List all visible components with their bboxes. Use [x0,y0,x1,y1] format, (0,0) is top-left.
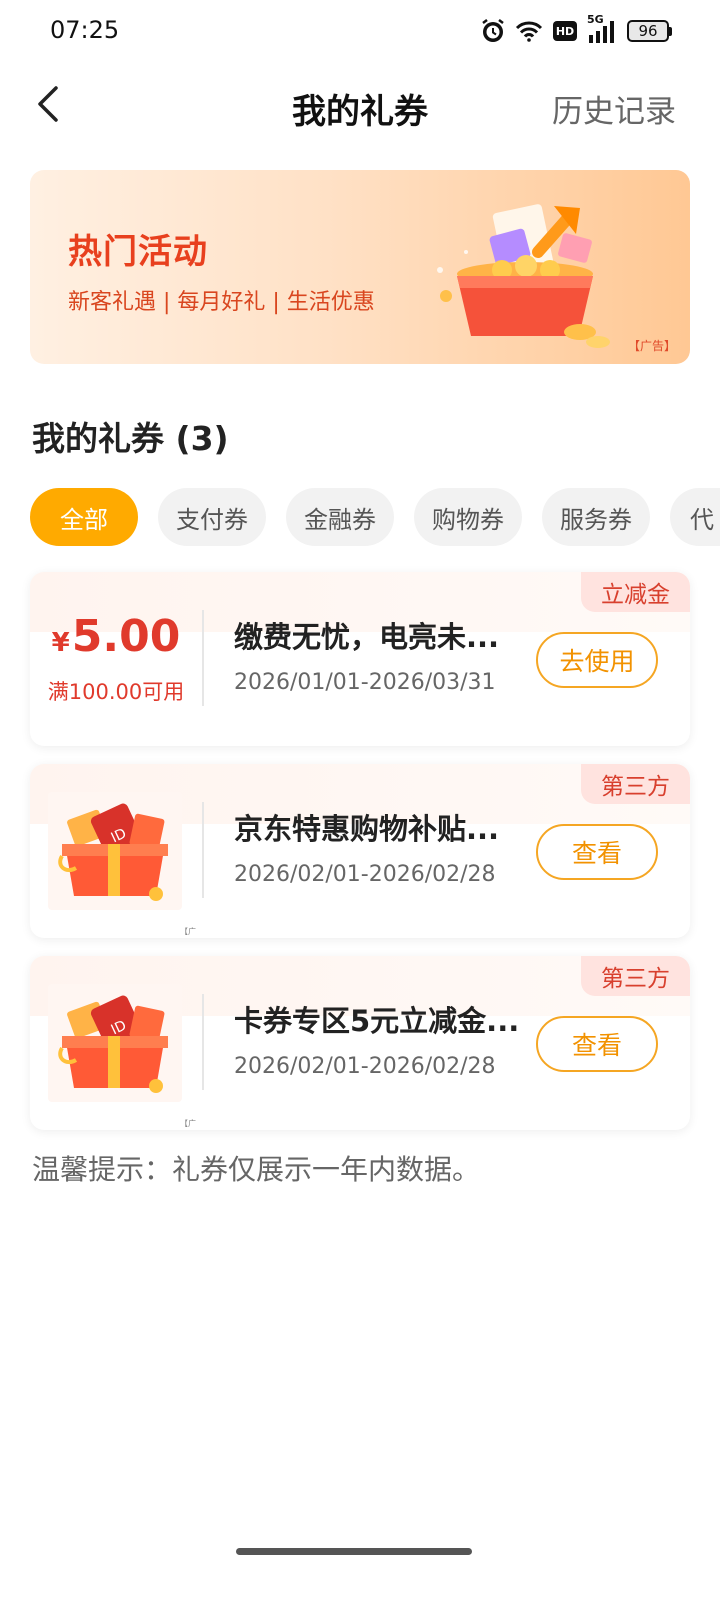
coupon-name: 卡券专区5元立减金... [234,1004,520,1038]
coupon-card[interactable]: 立减金 ¥5.00 满100.00可用 缴费无忧，电亮未... 2026/01/… [30,572,690,746]
alarm-icon [481,18,505,44]
coupon-tag: 立减金 [581,572,690,612]
home-indicator[interactable] [236,1548,472,1555]
ad-label: 【广告】 [627,339,676,353]
coupon-date: 2026/01/01-2026/03/31 [234,670,496,695]
gift-box-icon: ID [58,803,168,901]
image-ad-label: 【广告】 [180,1119,196,1128]
coupon-tag: 第三方 [581,764,690,804]
battery-icon: 96 [627,20,672,42]
status-bar: 07:25 HD 5G 96 [0,0,720,64]
tab-more[interactable]: 代 [670,488,720,546]
card-divider [202,802,204,898]
section-title: 我的礼券 (3) [32,419,229,458]
card-divider [202,994,204,1090]
tab-service[interactable]: 服务券 [542,488,650,546]
banner-subtitle: 新客礼遇 | 每月好礼 | 生活优惠 [68,290,375,315]
history-link[interactable]: 历史记录 [552,86,676,131]
coupon-card[interactable]: 第三方 ID 【广告】 卡券专区5元立减金... 2026/02/01-2026… [30,956,690,1130]
use-coupon-button[interactable]: 去使用 [536,632,658,688]
status-icons: HD 5G 96 [481,13,672,44]
coupon-amount-block: ¥5.00 满100.00可用 [30,610,202,706]
network-type-label: 5G [587,13,604,26]
coupon-condition: 满100.00可用 [47,680,185,704]
hd-badge-icon: HD [553,21,577,41]
currency-symbol: ¥ [51,628,70,658]
coupon-date: 2026/02/01-2026/02/28 [234,862,496,887]
status-time: 07:25 [50,16,120,44]
battery-level: 96 [627,20,669,42]
gift-box-image: ID 【广告】 [48,984,196,1128]
coupon-card[interactable]: 第三方 ID 【广告】 京东特惠购物补贴... 2026/02/01-2026/… [30,764,690,938]
coupon-name: 缴费无忧，电亮未... [234,620,500,654]
gift-basket-icon [437,204,610,348]
nav-header: 我的礼券 历史记录 [0,70,720,140]
amount-value: 5.00 [71,611,181,662]
wifi-icon [515,20,543,42]
tab-shopping[interactable]: 购物券 [414,488,522,546]
signal-icon: 5G [587,13,617,43]
image-ad-label: 【广告】 [180,927,196,936]
tab-finance[interactable]: 金融券 [286,488,394,546]
card-divider [202,610,204,706]
view-coupon-button[interactable]: 查看 [536,824,658,880]
tab-payment[interactable]: 支付券 [158,488,266,546]
view-coupon-button[interactable]: 查看 [536,1016,658,1072]
banner-title: 热门活动 [68,232,208,272]
gift-box-icon: ID [58,995,168,1093]
tab-all[interactable]: 全部 [30,488,138,546]
promo-banner[interactable]: 热门活动 新客礼遇 | 每月好礼 | 生活优惠 【广告】 [30,170,690,364]
filter-tabs: 全部 支付券 金融券 购物券 服务券 代 [30,488,720,548]
coupon-name: 京东特惠购物补贴... [234,812,500,846]
tip-text: 温馨提示：礼券仅展示一年内数据。 [32,1153,481,1186]
coupon-tag: 第三方 [581,956,690,996]
coupon-amount: ¥5.00 [30,610,202,670]
gift-box-image: ID 【广告】 [48,792,196,936]
coupon-date: 2026/02/01-2026/02/28 [234,1054,496,1079]
